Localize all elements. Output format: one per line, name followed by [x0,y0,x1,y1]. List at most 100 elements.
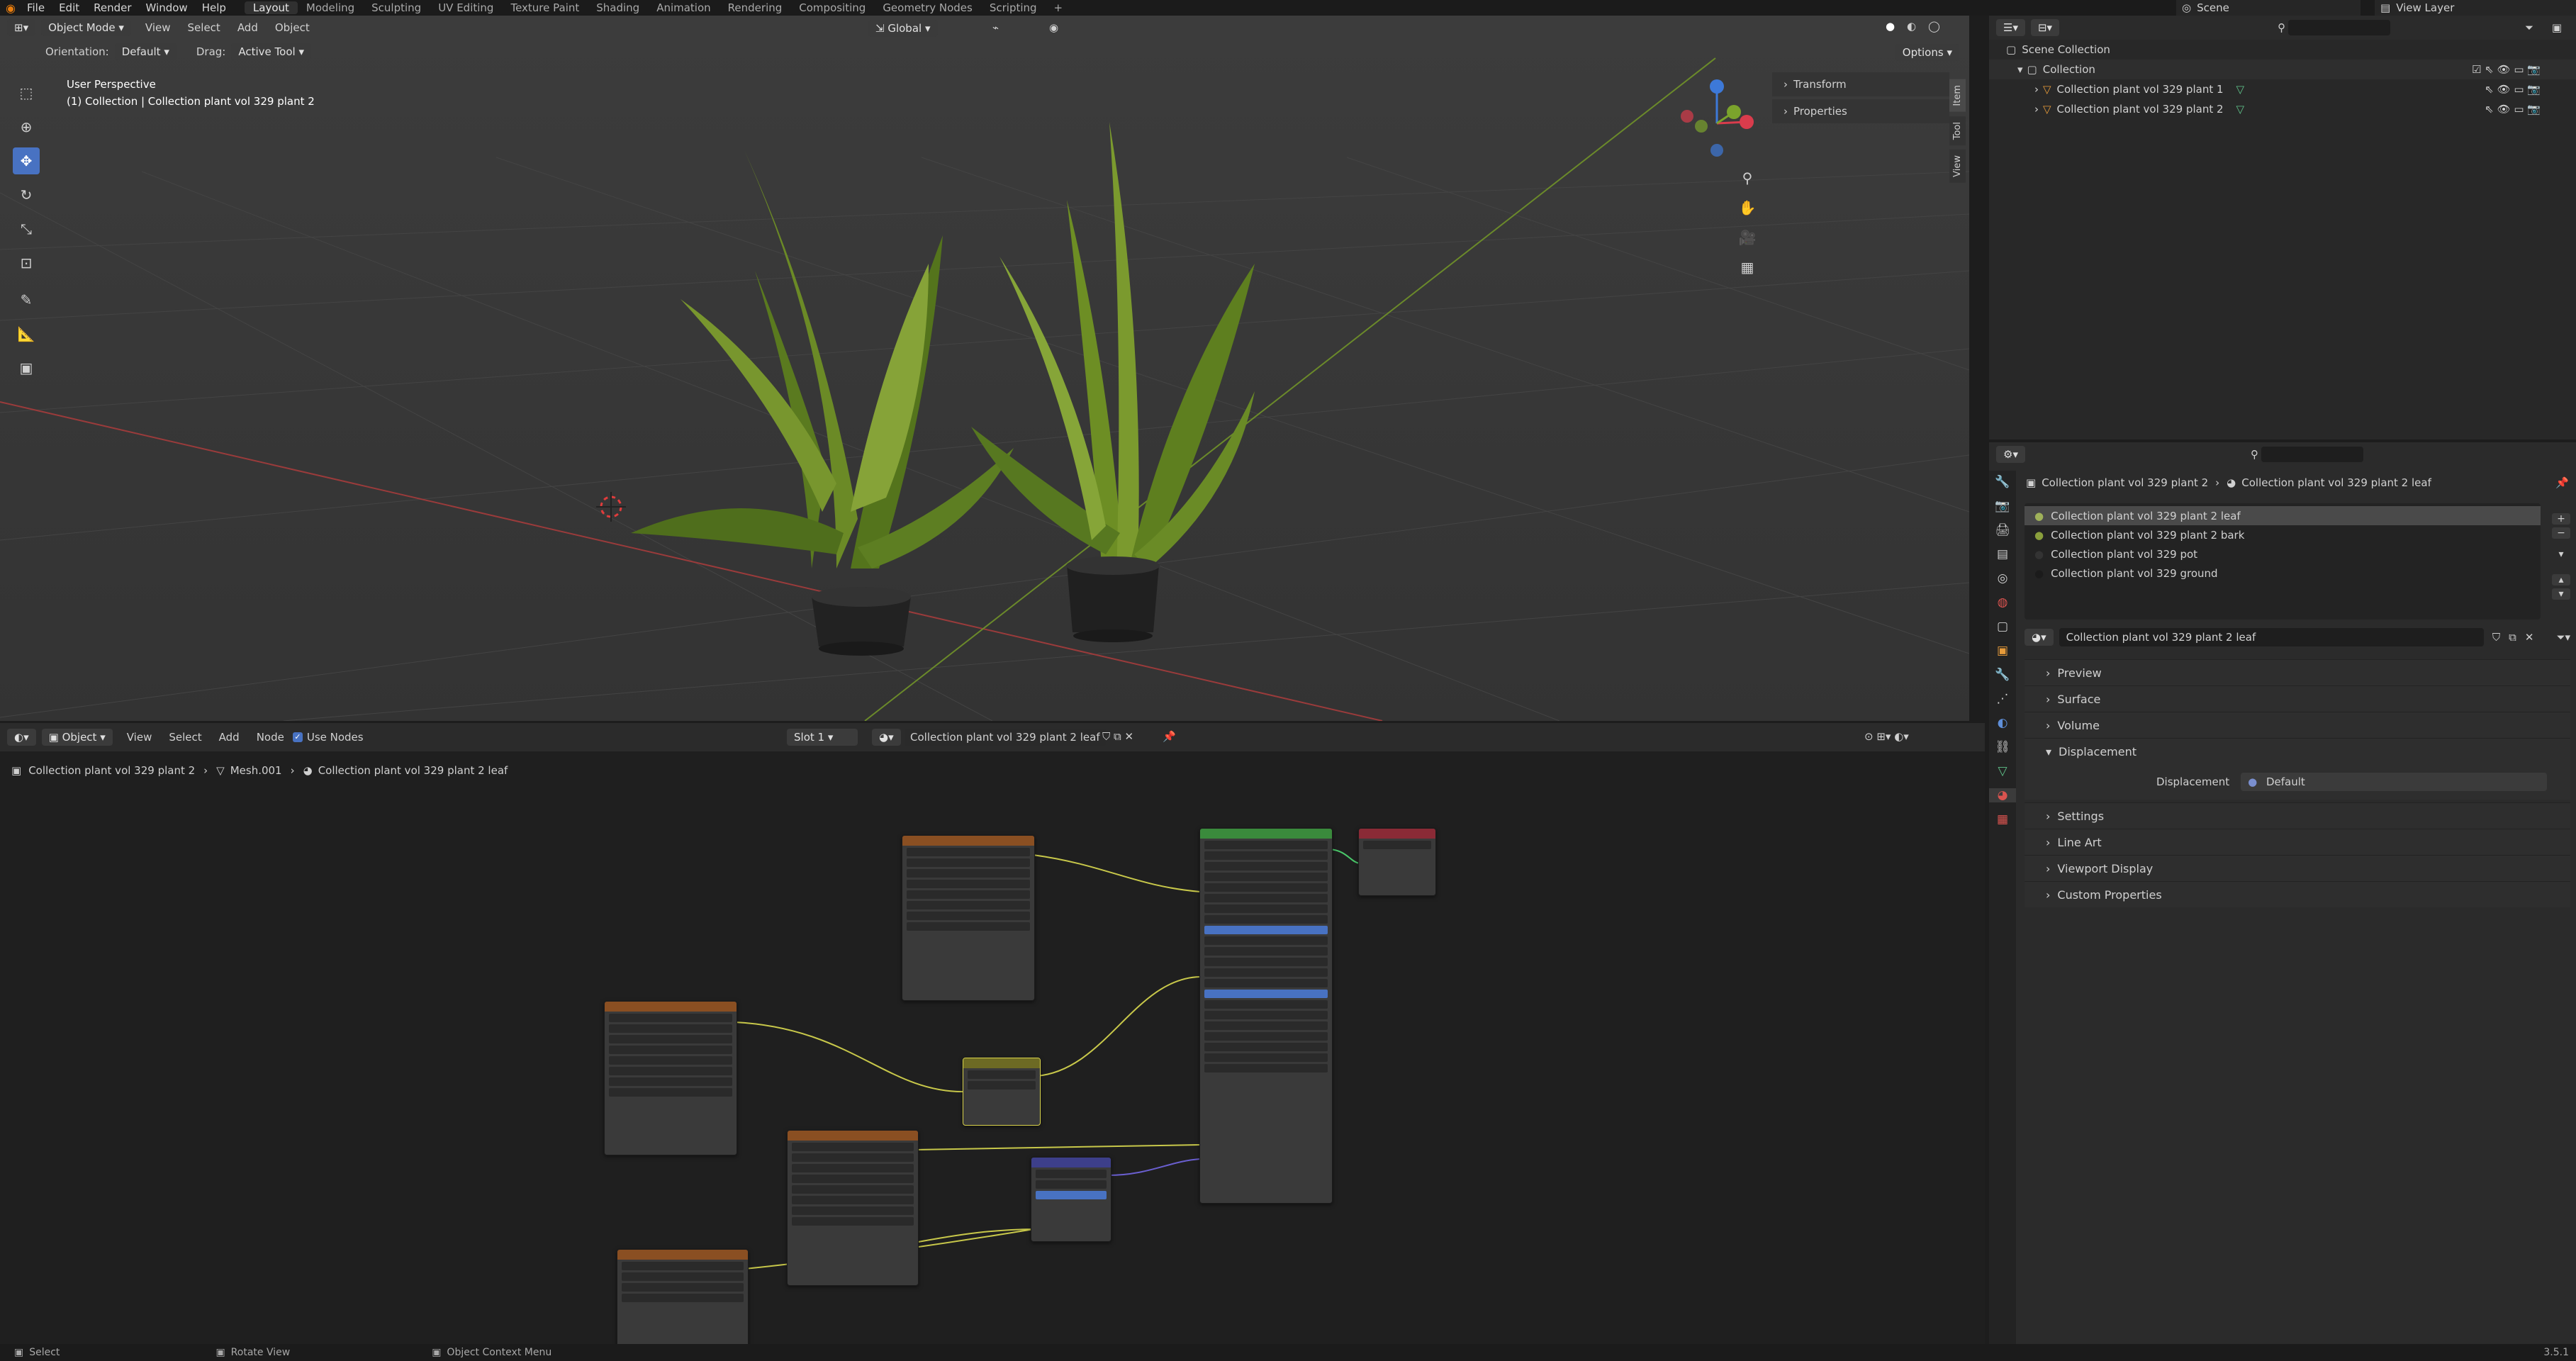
texture-tab-icon[interactable]: ▦ [1989,812,2016,827]
sidebar-tab-view[interactable]: View [1949,149,1966,183]
shading-material-icon[interactable]: ◐ [1907,20,1916,33]
displacement-dropdown[interactable]: ● Default [2241,773,2548,791]
move-tool-icon[interactable]: ✥ [13,147,40,174]
constraints-tab-icon[interactable]: ⛓ [1989,740,2016,754]
shader-node-editor[interactable]: ◐▾ ▣ Object ▾ View Select Add Node ✓ Use… [0,723,1985,1344]
menu-edit[interactable]: Edit [59,1,79,14]
select-box-tool-icon[interactable]: ⬚ [13,79,40,106]
tab-animation[interactable]: Animation [648,1,719,14]
panel-viewport-display[interactable]: › Viewport Display [2025,855,2570,881]
viewport-3d[interactable]: ⊞▾ Object Mode ▾ View Select Add Object … [0,16,1969,721]
panel-preview[interactable]: › Preview [2025,659,2570,685]
tab-geometry-nodes[interactable]: Geometry Nodes [874,1,981,14]
proportional-icon[interactable]: ◉ [1049,21,1058,34]
material-output-node[interactable] [1358,828,1436,896]
menu-render[interactable]: Render [94,1,131,14]
tab-layout[interactable]: Layout [244,1,298,14]
image-texture-node[interactable] [902,835,1035,1001]
sidebar-tab-tool[interactable]: Tool [1949,116,1966,145]
outliner-item-plant-2[interactable]: › ▽ Collection plant vol 329 plant 2 ▽ ⇖… [1989,99,2576,119]
physics-tab-icon[interactable]: ◐ [1989,716,2016,730]
slot-menu-icon[interactable]: ▾ [2552,549,2570,560]
options-dropdown[interactable]: Options ▾ [1895,44,1959,61]
snap-icon[interactable]: ⌁ [992,21,999,34]
tab-texture-paint[interactable]: Texture Paint [502,1,588,14]
menu-help[interactable]: Help [202,1,226,14]
tab-modeling[interactable]: Modeling [298,1,363,14]
outliner-item-plant-1[interactable]: › ▽ Collection plant vol 329 plant 1 ▽ ⇖… [1989,79,2576,99]
zoom-icon[interactable]: ⚲ [1734,164,1761,191]
shading-solid-icon[interactable]: ● [1886,20,1895,33]
panel-custom-properties[interactable]: › Custom Properties [2025,881,2570,907]
viewport-menu-add[interactable]: Add [237,21,258,34]
editor-type-button[interactable]: ⊞▾ [7,19,36,36]
tab-sculpting[interactable]: Sculpting [363,1,430,14]
sidebar-panel-transform[interactable]: › Transform [1772,72,1949,96]
pan-hand-icon[interactable]: ✋ [1734,194,1761,221]
new-collection-icon[interactable]: ▣ [2552,21,2562,34]
principled-bsdf-node[interactable] [1199,828,1333,1204]
sidebar-panel-properties[interactable]: › Properties [1772,99,1949,123]
chevron-right-icon[interactable]: › [2034,103,2039,116]
measure-tool-icon[interactable]: 📐 [13,320,40,347]
menu-file[interactable]: File [27,1,45,14]
filter-icon[interactable]: ⏷▾ [2556,631,2570,644]
modifier-tab-icon[interactable]: 🔧 [1989,668,2016,682]
cursor-tool-icon[interactable]: ⊕ [13,113,40,140]
image-texture-node[interactable] [604,1001,737,1155]
viewport-menu-view[interactable]: View [145,21,171,34]
panel-displacement[interactable]: ▾ Displacement [2025,738,2570,764]
outliner-collection[interactable]: ▾ ▢ Collection ☑ ⇖ 👁 ▭ 📷 [1989,60,2576,79]
annotate-tool-icon[interactable]: ✎ [13,286,40,313]
fake-user-icon[interactable]: ⛉ [2492,631,2500,644]
blender-logo-icon[interactable]: ◉ [6,1,16,15]
chevron-down-icon[interactable]: ▾ [2017,63,2023,76]
data-tab-icon[interactable]: ▽ [1989,764,2016,778]
particles-tab-icon[interactable]: ⋰ [1989,692,2016,706]
remove-slot-icon[interactable]: − [2552,527,2570,539]
camera-icon[interactable]: 🎥 [1734,224,1761,251]
scene-tab-icon[interactable]: ◎ [1989,571,2016,586]
tool-tab-icon[interactable]: 🔧 [1989,475,2016,489]
transform-tool-icon[interactable]: ⊡ [13,250,40,276]
filter-icon[interactable]: ⏷ [2525,21,2533,34]
transform-space-dropdown[interactable]: ⇲ Global ▾ [868,20,938,37]
duplicate-material-icon[interactable]: ⧉ [2509,631,2516,644]
orientation-dropdown[interactable]: Default ▾ [114,43,177,60]
add-slot-icon[interactable]: + [2552,513,2570,525]
visibility-icons[interactable]: ☑ ⇖ 👁 ▭ 📷 [2472,63,2541,76]
display-mode-dropdown[interactable]: ⊟▾ [2030,19,2060,36]
material-slot[interactable]: ● Collection plant vol 329 ground [2025,564,2541,583]
panel-volume[interactable]: › Volume [2025,712,2570,738]
drag-dropdown[interactable]: Active Tool ▾ [231,43,311,60]
menu-window[interactable]: Window [146,1,188,14]
grid-view-icon[interactable]: ▦ [1734,254,1761,281]
material-name-field[interactable]: Collection plant vol 329 plant 2 leaf [2059,628,2484,646]
image-texture-node[interactable] [617,1249,749,1344]
world-tab-icon[interactable]: ◍ [1989,595,2016,610]
outliner-search-input[interactable] [2288,20,2391,35]
scene-selector[interactable]: ◎ Scene [2176,0,2361,16]
material-tab-icon[interactable]: ◕ [1989,788,2016,802]
outliner-editor-type[interactable]: ☰▾ [1996,19,2025,36]
scale-tool-icon[interactable]: ⤡ [13,215,40,242]
add-cube-tool-icon[interactable]: ▣ [13,354,40,381]
output-tab-icon[interactable]: 🖨 [1989,523,2016,537]
properties-editor-type[interactable]: ⚙▾ [1996,446,2025,463]
visibility-icons[interactable]: ⇖ 👁 ▭ 📷 [2485,103,2541,116]
tab-shading[interactable]: Shading [588,1,648,14]
tab-rendering[interactable]: Rendering [719,1,791,14]
bright-contrast-node[interactable] [963,1058,1041,1126]
outliner-scene-collection[interactable]: ▢ Scene Collection [1989,40,2576,60]
tab-uv-editing[interactable]: UV Editing [430,1,502,14]
tab-compositing[interactable]: Compositing [790,1,874,14]
image-texture-node[interactable] [787,1130,919,1286]
panel-settings[interactable]: › Settings [2025,802,2570,829]
view-layer-selector[interactable]: ▤ View Layer [2375,0,2576,16]
panel-line-art[interactable]: › Line Art [2025,829,2570,855]
unlink-material-icon[interactable]: ✕ [2525,631,2534,644]
material-slot[interactable]: ● Collection plant vol 329 plant 2 bark [2025,525,2541,544]
shading-rendered-icon[interactable]: ◯ [1928,20,1940,33]
move-slot-down-icon[interactable]: ▾ [2552,588,2570,600]
browse-material-button[interactable]: ◕▾ [2025,629,2054,646]
